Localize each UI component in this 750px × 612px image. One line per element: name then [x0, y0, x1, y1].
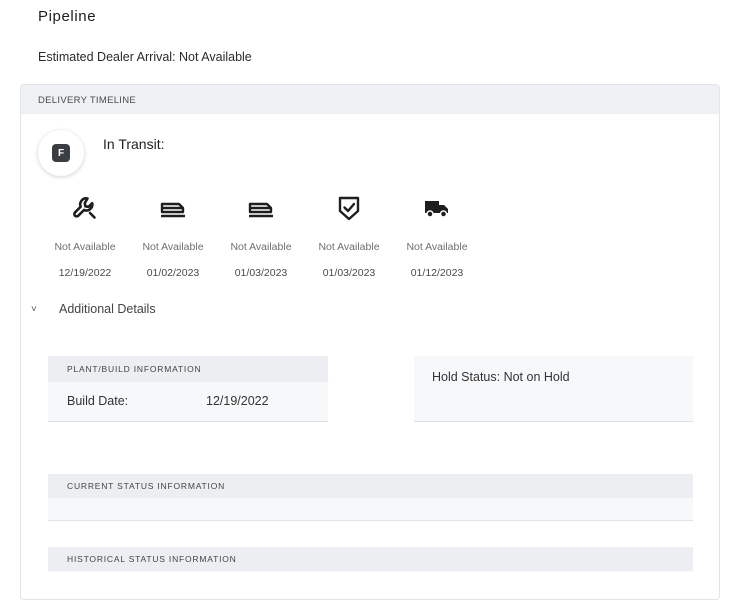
shield-check-icon: [305, 190, 393, 226]
build-date-row: Build Date: 12/19/2022: [48, 394, 328, 408]
timeline-steps: Not Available 12/19/2022 Not Available 0…: [41, 190, 481, 279]
historical-status-section: HISTORICAL STATUS INFORMATION: [48, 547, 693, 572]
step-status: Not Available: [406, 241, 468, 253]
current-status-section: CURRENT STATUS INFORMATION: [48, 474, 693, 521]
step-status: Not Available: [142, 241, 204, 253]
additional-details-toggle[interactable]: ˅ Additional Details: [31, 302, 156, 316]
hold-status: Hold Status: Not on Hold: [432, 370, 570, 384]
build-date-label: Build Date:: [67, 394, 129, 408]
delivery-timeline-card: DELIVERY TIMELINE F In Transit: Not Avai…: [20, 84, 720, 600]
timeline-step-built: Not Available 12/19/2022: [41, 190, 129, 279]
build-date-value: 12/19/2022: [206, 394, 269, 408]
plant-build-header: PLANT/BUILD INFORMATION: [48, 356, 328, 382]
step-date: 01/12/2023: [410, 267, 464, 279]
current-status-header: CURRENT STATUS INFORMATION: [48, 474, 693, 498]
timeline-step-rail-1: Not Available 01/02/2023: [129, 190, 217, 279]
status-badge: F: [52, 144, 70, 162]
estimated-dealer-arrival: Estimated Dealer Arrival: Not Available: [38, 50, 252, 64]
rail-car-icon: [129, 190, 217, 226]
timeline-step-delivery: Not Available 01/12/2023: [393, 190, 481, 279]
status-badge-circle: F: [38, 130, 84, 176]
chevron-down-icon: ˅: [31, 303, 37, 315]
wrench-icon: [41, 190, 129, 226]
current-status-label: In Transit:: [103, 136, 165, 152]
additional-details-label: Additional Details: [59, 302, 156, 316]
step-date: 01/03/2023: [322, 267, 376, 279]
step-date: 01/03/2023: [234, 267, 288, 279]
truck-icon: [393, 190, 481, 226]
step-status: Not Available: [230, 241, 292, 253]
step-date: 12/19/2022: [58, 267, 112, 279]
step-date: 01/02/2023: [146, 267, 200, 279]
rail-car-icon: [217, 190, 305, 226]
delivery-timeline-header: DELIVERY TIMELINE: [21, 85, 719, 114]
step-status: Not Available: [54, 241, 116, 253]
page-title: Pipeline: [38, 8, 97, 25]
step-status: Not Available: [318, 241, 380, 253]
timeline-step-rail-2: Not Available 01/03/2023: [217, 190, 305, 279]
plant-build-card: PLANT/BUILD INFORMATION Build Date: 12/1…: [48, 356, 328, 422]
hold-status-card: Hold Status: Not on Hold: [414, 356, 693, 422]
timeline-step-inspection: Not Available 01/03/2023: [305, 190, 393, 279]
historical-status-header: HISTORICAL STATUS INFORMATION: [48, 547, 693, 571]
